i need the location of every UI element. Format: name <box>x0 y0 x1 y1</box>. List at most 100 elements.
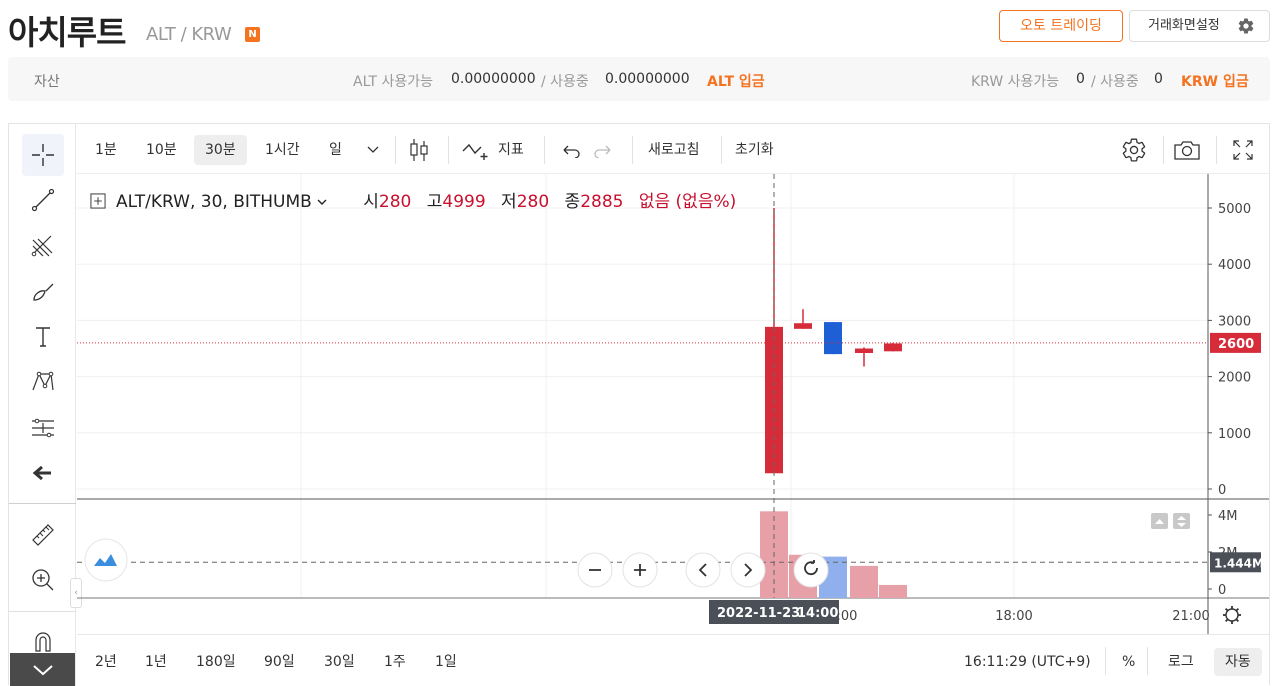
zoom-in-icon <box>32 569 54 591</box>
toolbar-divider <box>448 136 449 164</box>
asset-bar: 자산 ALT 사용가능 0.00000000 / 사용중 0.00000000 … <box>8 57 1270 101</box>
undo-icon <box>563 145 580 158</box>
crosshair-volume-label: 1.444M <box>1214 556 1264 570</box>
gear-icon <box>1238 18 1254 34</box>
toolbar-divider <box>1105 647 1106 675</box>
low-label: 저 <box>501 192 517 212</box>
toolbar-divider <box>721 136 722 164</box>
alt-available-value: 0.00000000 <box>451 71 536 87</box>
chart-settings-button[interactable] <box>1119 135 1149 165</box>
range-1w[interactable]: 1주 <box>375 648 415 676</box>
interval-dropdown[interactable] <box>358 135 388 165</box>
fullscreen-button[interactable] <box>1228 135 1258 165</box>
fullscreen-icon <box>1233 140 1253 160</box>
brush-tool[interactable] <box>22 271 64 313</box>
tradingview-logo-button[interactable] <box>84 538 128 582</box>
range-1y[interactable]: 1년 <box>136 648 176 676</box>
auto-trading-button[interactable]: 오토 트레이딩 <box>999 10 1123 42</box>
scroll-down-button[interactable] <box>10 653 75 686</box>
crosshair-time-label: 14:00 <box>797 606 838 621</box>
price-tick-label: 0 <box>1218 483 1226 498</box>
zoom-in-tool[interactable] <box>22 559 64 601</box>
axis-settings-button[interactable] <box>1223 606 1241 624</box>
text-tool[interactable] <box>22 316 64 358</box>
drawing-toolbar <box>9 124 76 686</box>
pitchfork-tool[interactable] <box>22 225 64 267</box>
range-1d[interactable]: 1일 <box>426 648 466 676</box>
settings-icon <box>1122 138 1146 162</box>
chevron-down-icon[interactable] <box>316 197 328 207</box>
price-chart[interactable]: 5000400030002000100004M2M0:0018:0021:00 … <box>77 174 1269 634</box>
high-label: 고 <box>426 192 443 212</box>
toolbar-divider <box>632 136 633 164</box>
percent-scale-toggle[interactable]: % <box>1113 648 1144 676</box>
reset-button[interactable]: 초기화 <box>724 135 785 165</box>
gear-tooth <box>1224 618 1229 623</box>
auto-scale-toggle[interactable]: 자동 <box>1214 648 1262 676</box>
screen-setting-button[interactable]: 거래화면설정 <box>1129 10 1270 42</box>
close-value: 2885 <box>580 192 624 212</box>
crosshair-tool[interactable] <box>22 134 64 176</box>
nav-button-circle <box>685 552 721 588</box>
range-2y[interactable]: 2년 <box>86 648 126 676</box>
page-header: 아치루트 ALT / KRW N 오토 트레이딩 거래화면설정 <box>0 0 1280 56</box>
range-30d[interactable]: 30일 <box>315 648 364 676</box>
plus-square-icon[interactable] <box>90 193 106 209</box>
screen-setting-label: 거래화면설정 <box>1148 18 1220 33</box>
crosshair-icon <box>32 144 54 166</box>
zoom-in-button[interactable] <box>622 552 658 588</box>
chart-toolbar: 1분 10분 30분 1시간 일 지표 새로고침 초기화 <box>77 124 1269 174</box>
candle-body <box>824 322 842 355</box>
asset-label: 자산 <box>34 74 60 90</box>
interval-30m[interactable]: 30분 <box>194 135 247 165</box>
interval-1h[interactable]: 1시간 <box>254 135 311 165</box>
camera-icon <box>1174 141 1200 160</box>
toolbar-divider <box>395 136 396 164</box>
scroll-right-button[interactable] <box>730 552 766 588</box>
alt-in-use-value: 0.00000000 <box>605 71 690 87</box>
interval-day[interactable]: 일 <box>318 135 353 165</box>
zoom-out-button[interactable] <box>577 552 613 588</box>
gear-tooth <box>1235 618 1240 623</box>
reset-view-button[interactable] <box>793 552 829 588</box>
scroll-left-button[interactable] <box>685 552 721 588</box>
measure-tool[interactable] <box>22 514 64 556</box>
brush-icon <box>33 283 54 301</box>
interval-10m[interactable]: 10분 <box>135 135 188 165</box>
indicator-button[interactable]: 지표 <box>487 135 535 165</box>
candle-body <box>794 323 812 329</box>
alt-deposit-link[interactable]: ALT 입금 <box>707 71 765 91</box>
magnet-icon <box>35 632 51 652</box>
undo-button[interactable] <box>555 135 585 165</box>
krw-deposit-link[interactable]: KRW 입금 <box>1181 71 1249 91</box>
redo-icon <box>594 145 611 158</box>
trendline-tool[interactable] <box>22 179 64 221</box>
crosshair-date-label: 2022-11-23 <box>717 606 800 621</box>
refresh-button[interactable]: 새로고침 <box>637 135 711 165</box>
prediction-tool[interactable] <box>22 407 64 449</box>
nav-button-circle <box>730 552 766 588</box>
ruler-icon <box>32 524 54 546</box>
toolbar-divider <box>544 136 545 164</box>
price-tick-label: 4000 <box>1218 258 1251 273</box>
candle-body <box>855 348 873 353</box>
redo-button[interactable] <box>589 135 619 165</box>
alt-in-use-label: / 사용중 <box>541 74 589 90</box>
chart-legend: ALT/KRW, 30, BITHUMB 시280 고4999 저280 종28… <box>90 187 736 212</box>
hide-drawings-tool[interactable] <box>22 452 64 494</box>
pattern-tool[interactable] <box>22 361 64 403</box>
trendline-icon <box>31 188 55 212</box>
open-value: 280 <box>378 192 412 212</box>
chart-type-button[interactable] <box>404 135 434 165</box>
timezone-clock[interactable]: 16:11:29 (UTC+9) <box>955 648 1100 676</box>
range-180d[interactable]: 180일 <box>187 648 245 676</box>
volume-bar <box>879 584 907 598</box>
candlestick-icon <box>410 139 428 161</box>
interval-1m[interactable]: 1분 <box>84 135 128 165</box>
range-90d[interactable]: 90일 <box>255 648 304 676</box>
close-label: 종 <box>564 192 581 212</box>
screenshot-button[interactable] <box>1172 135 1202 165</box>
toolbar-divider <box>9 503 76 504</box>
symbol-label[interactable]: ALT/KRW, 30, BITHUMB <box>116 192 312 212</box>
log-scale-toggle[interactable]: 로그 <box>1159 648 1203 676</box>
